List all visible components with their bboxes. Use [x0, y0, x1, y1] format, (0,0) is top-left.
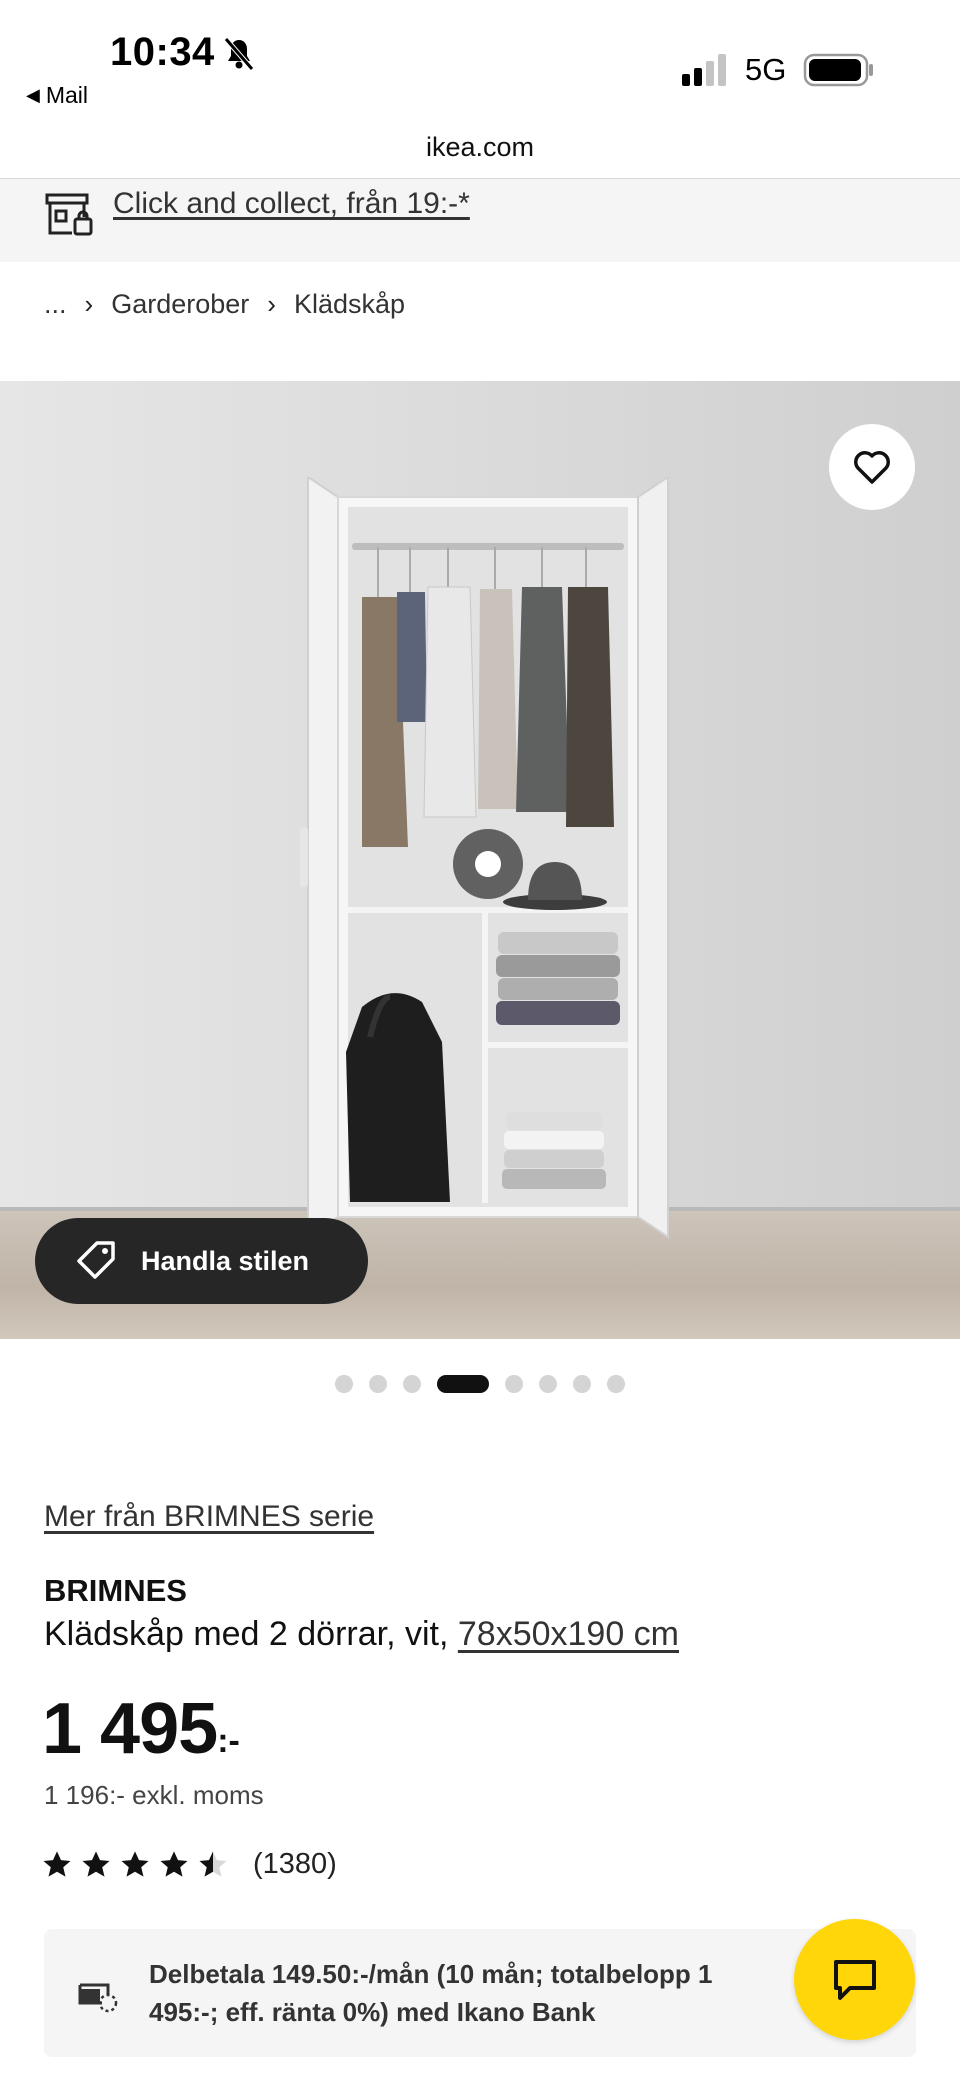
- favorite-button[interactable]: [829, 424, 915, 510]
- pagination-dot[interactable]: [607, 1375, 625, 1393]
- product-image[interactable]: [0, 381, 960, 1339]
- image-pagination: [0, 1374, 960, 1394]
- product-description: Klädskåp med 2 dörrar, vit, 78x50x190 cm: [44, 1615, 679, 1654]
- payment-icon: [78, 1983, 118, 2013]
- breadcrumb-kladskap[interactable]: Klädskåp: [294, 289, 405, 320]
- series-link[interactable]: Mer från BRIMNES serie: [44, 1500, 374, 1534]
- chat-bubble-icon: [833, 1959, 876, 2000]
- pagination-dot[interactable]: [403, 1375, 421, 1393]
- installment-text: Delbetala 149.50:-/mån (10 mån; totalbel…: [149, 1959, 713, 2027]
- rating[interactable]: (1380): [42, 1848, 337, 1881]
- back-app-label: Mail: [45, 82, 89, 108]
- star-icon: [82, 1851, 110, 1877]
- installment-banner[interactable]: Delbetala 149.50:-/mån (10 mån; totalbel…: [44, 1929, 916, 2057]
- pagination-dot[interactable]: [369, 1375, 387, 1393]
- heart-icon: [854, 451, 890, 484]
- url-bar[interactable]: ikea.com: [0, 132, 960, 163]
- star-icon: [43, 1851, 71, 1877]
- breadcrumb-garderober[interactable]: Garderober: [111, 289, 249, 320]
- hotspot-button[interactable]: [453, 829, 523, 899]
- pagination-dot[interactable]: [335, 1375, 353, 1393]
- dimensions-link[interactable]: 78x50x190 cm: [458, 1615, 679, 1653]
- bell-muted-icon: [224, 37, 254, 71]
- star-icon: [160, 1851, 188, 1877]
- tag-icon: [77, 1241, 115, 1279]
- back-arrow-icon: ◀: [26, 85, 40, 105]
- price-suffix: :-: [217, 1722, 240, 1760]
- battery-icon: [803, 53, 873, 87]
- pagination-dot-active[interactable]: [437, 1375, 489, 1393]
- pagination-dot[interactable]: [573, 1375, 591, 1393]
- pagination-dot[interactable]: [505, 1375, 523, 1393]
- status-bar: 10:34 ◀ Mail 5G ikea.com: [0, 0, 960, 162]
- price-value: 1 495: [42, 1689, 218, 1769]
- chevron-right-icon: ›: [267, 289, 276, 319]
- pagination-dot[interactable]: [539, 1375, 557, 1393]
- click-collect-link[interactable]: Click and collect, från 19:-*: [113, 187, 470, 221]
- review-count: (1380): [253, 1848, 337, 1880]
- signal-icon: [682, 54, 726, 86]
- click-collect-banner: Click and collect, från 19:-*: [0, 179, 960, 262]
- clock: 10:34: [110, 30, 215, 74]
- back-to-mail[interactable]: ◀ Mail: [26, 82, 88, 109]
- product-price: 1 495 :-: [42, 1688, 240, 1770]
- network-type: 5G: [745, 52, 787, 87]
- price-ex-vat: 1 196:- exkl. moms: [44, 1780, 264, 1810]
- breadcrumb: ... › Garderober › Klädskåp: [44, 289, 405, 320]
- shop-style-label: Handla stilen: [141, 1245, 310, 1276]
- product-name: BRIMNES: [44, 1573, 187, 1608]
- shop-the-style-button[interactable]: Handla stilen: [35, 1218, 368, 1304]
- star-icon: [121, 1851, 149, 1877]
- chevron-right-icon: ›: [84, 289, 94, 319]
- chat-button[interactable]: [794, 1919, 915, 2040]
- hotspot-dot: [475, 851, 501, 877]
- product-description-text: Klädskåp med 2 dörrar, vit,: [44, 1615, 449, 1653]
- half-star-icon: [199, 1851, 227, 1877]
- breadcrumb-more[interactable]: ...: [44, 289, 67, 320]
- store-icon: [45, 193, 93, 236]
